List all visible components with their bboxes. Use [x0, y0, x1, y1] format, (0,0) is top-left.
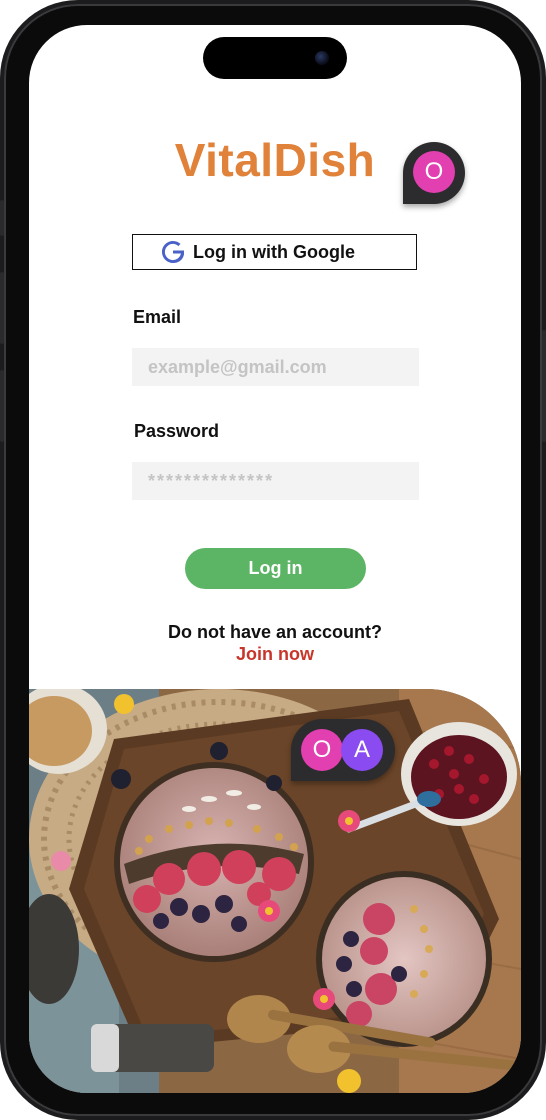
app-screen: VitalDish O Log in with Google Email Pas…: [29, 25, 521, 1093]
avatar-initial: O: [312, 736, 332, 763]
google-g-icon: [161, 240, 185, 264]
power-button: [542, 330, 546, 442]
volume-up-button: [0, 272, 4, 344]
login-button[interactable]: Log in: [185, 548, 366, 589]
join-now-link[interactable]: Join now: [29, 644, 521, 665]
collaborator-cursor: O: [403, 142, 465, 204]
front-camera-icon: [315, 51, 329, 65]
avatar: A: [341, 729, 383, 771]
collaborators-cursor: O A: [291, 719, 395, 781]
food-photo: [29, 689, 521, 1093]
phone-frame: VitalDish O Log in with Google Email Pas…: [0, 0, 546, 1120]
avatar: O: [413, 151, 455, 193]
no-account-text: Do not have an account?: [167, 622, 383, 642]
action-button: [0, 200, 4, 236]
dynamic-island: [203, 37, 347, 79]
password-field[interactable]: [132, 462, 419, 500]
avatar-initial: O: [424, 158, 444, 185]
volume-down-button: [0, 370, 4, 442]
avatar-initial: A: [353, 736, 370, 763]
email-field[interactable]: [132, 348, 419, 386]
google-login-button[interactable]: Log in with Google: [132, 234, 417, 270]
email-label: Email: [133, 307, 182, 327]
google-login-label: Log in with Google: [193, 241, 355, 262]
avatar: O: [301, 729, 343, 771]
password-label: Password: [134, 421, 220, 441]
